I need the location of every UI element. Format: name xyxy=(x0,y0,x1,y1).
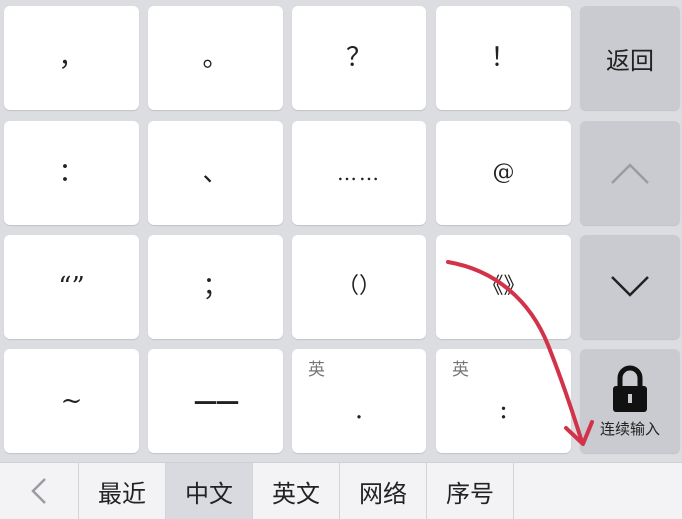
symbol-key-semicolon[interactable]: ； xyxy=(148,235,283,339)
tab-label: 序号 xyxy=(446,479,494,508)
english-mode-tag: 英 xyxy=(308,360,325,380)
symbol-key-tilde[interactable]: ~ xyxy=(4,349,139,453)
symbol-key-quotes[interactable]: “” xyxy=(4,235,139,339)
scroll-down-button[interactable] xyxy=(580,235,680,339)
key-symbol: ！ xyxy=(490,43,517,73)
tab-recent[interactable]: 最近 xyxy=(78,463,165,519)
symbol-keyboard: ， 。 ？ ！ ： 、 …… @ “” ； （） 《》 ~ —— 英 . 英:… xyxy=(0,0,682,462)
back-button[interactable]: 返回 xyxy=(580,6,680,110)
scroll-up-button[interactable] xyxy=(580,121,680,225)
symbol-category-bar: 最近 中文 英文 网络 序号 xyxy=(0,462,682,519)
symbol-key-em-dash[interactable]: —— xyxy=(148,349,283,453)
bar-spacer xyxy=(513,463,682,519)
back-button-label: 返回 xyxy=(606,46,654,75)
key-symbol: ， xyxy=(58,43,85,73)
key-symbol: . xyxy=(354,395,364,425)
key-symbol: …… xyxy=(337,161,381,185)
key-symbol: 《》 xyxy=(481,274,526,299)
chevron-up-icon xyxy=(611,163,649,184)
symbol-key-exclamation[interactable]: ！ xyxy=(436,6,571,110)
tab-network[interactable]: 网络 xyxy=(339,463,426,519)
continuous-input-lock-button[interactable]: 连续输入 xyxy=(580,349,680,453)
tab-label: 中文 xyxy=(185,479,233,508)
key-symbol: @ xyxy=(492,160,515,185)
symbol-key-colon[interactable]: ： xyxy=(4,121,139,225)
symbol-key-english-colon[interactable]: 英 : xyxy=(436,349,571,453)
english-mode-tag: 英 xyxy=(452,360,469,380)
symbol-key-at[interactable]: @ xyxy=(436,121,571,225)
key-symbol: 、 xyxy=(202,158,229,188)
tab-english[interactable]: 英文 xyxy=(252,463,339,519)
symbol-key-period[interactable]: 。 xyxy=(148,6,283,110)
key-symbol: （） xyxy=(336,274,381,299)
tab-label: 英文 xyxy=(272,479,320,508)
continuous-input-label: 连续输入 xyxy=(599,419,660,438)
symbol-key-book-title-marks[interactable]: 《》 xyxy=(436,235,571,339)
key-symbol: ； xyxy=(202,272,229,302)
chevron-left-icon xyxy=(31,478,46,504)
tab-chinese[interactable]: 中文 xyxy=(165,463,252,519)
tab-label: 网络 xyxy=(359,479,407,508)
key-symbol: : xyxy=(499,395,508,425)
symbol-key-parentheses[interactable]: （） xyxy=(292,235,426,339)
padlock-icon xyxy=(612,365,647,412)
symbol-key-question[interactable]: ？ xyxy=(292,6,426,110)
category-back-button[interactable] xyxy=(0,463,78,519)
tab-label: 最近 xyxy=(98,479,146,508)
tab-serial-number[interactable]: 序号 xyxy=(426,463,513,519)
symbol-key-comma[interactable]: ， xyxy=(4,6,139,110)
symbol-key-ellipsis[interactable]: …… xyxy=(292,121,426,225)
symbol-key-english-period[interactable]: 英 . xyxy=(292,349,426,453)
key-symbol: 。 xyxy=(202,43,229,73)
key-symbol: —— xyxy=(193,386,240,415)
key-symbol: ？ xyxy=(345,43,372,73)
key-symbol: “” xyxy=(58,272,85,302)
chevron-down-icon xyxy=(611,276,649,297)
symbol-key-enumeration-comma[interactable]: 、 xyxy=(148,121,283,225)
key-symbol: ~ xyxy=(60,386,83,416)
key-symbol: ： xyxy=(58,158,85,188)
